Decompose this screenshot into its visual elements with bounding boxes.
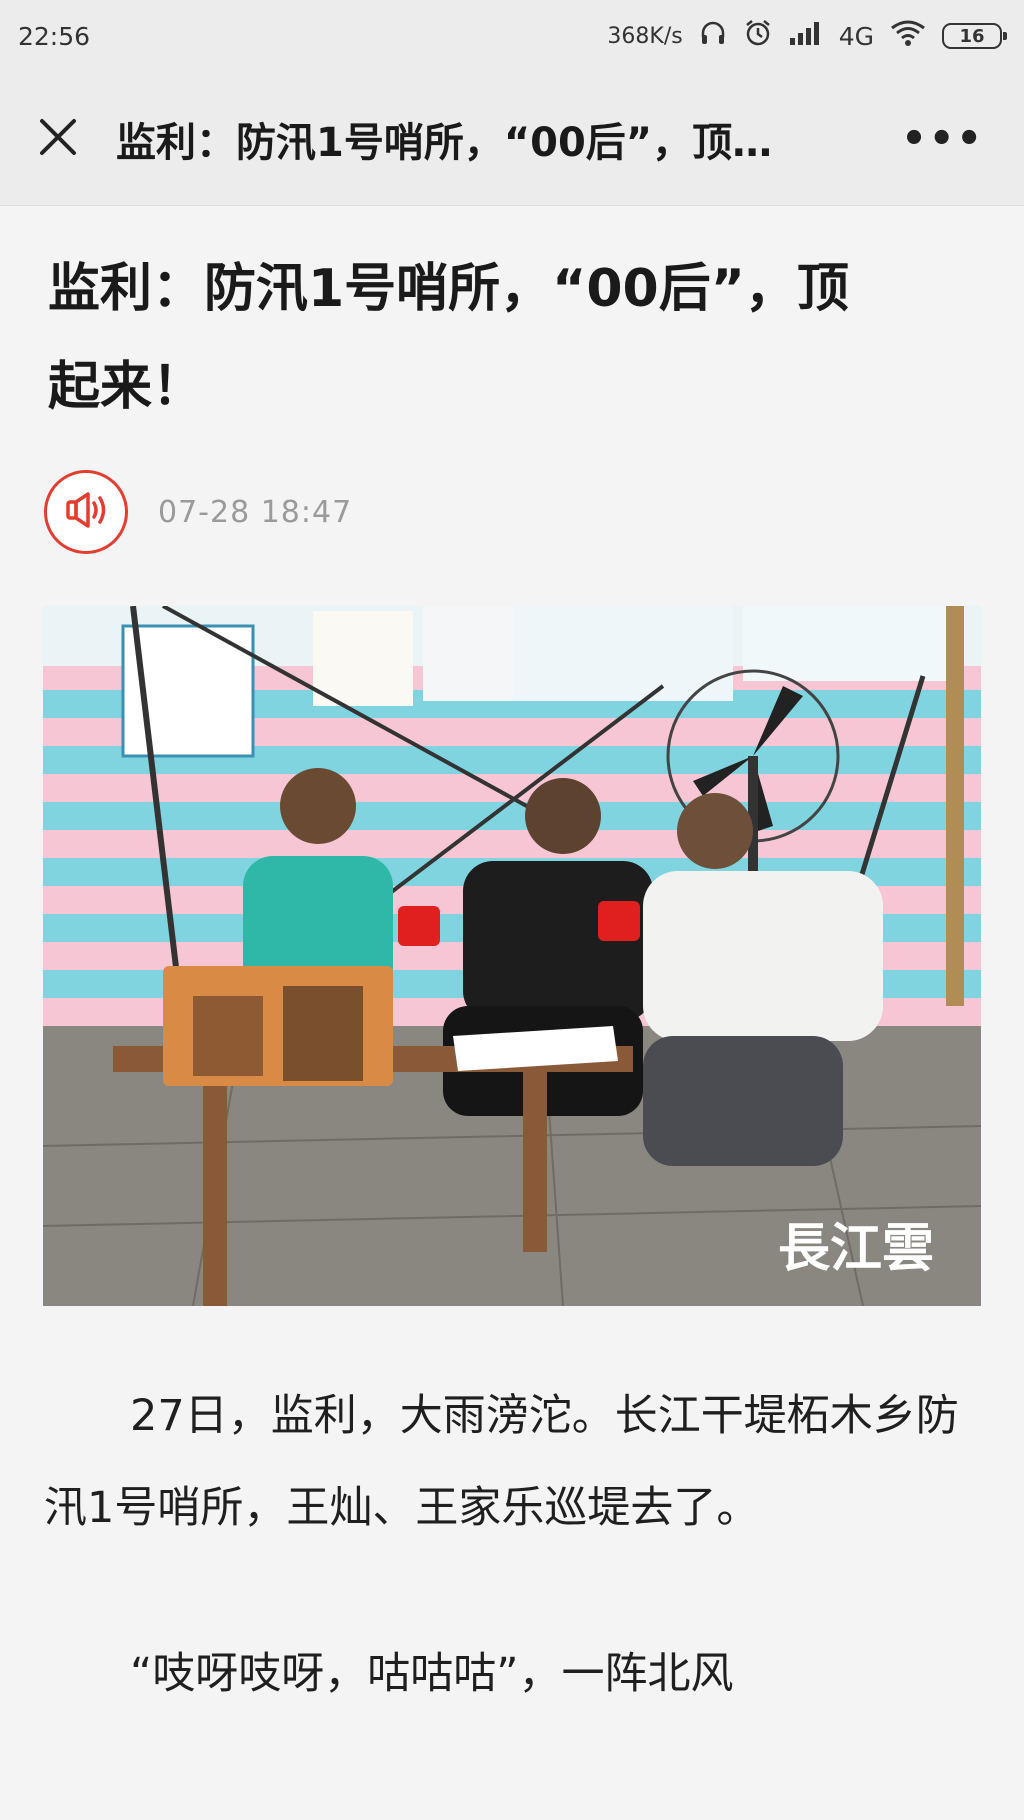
article-paragraph: “吱呀吱呀，咕咕咕”，一阵北风 — [130, 1649, 734, 1699]
alarm-icon — [743, 18, 773, 54]
status-time: 22:56 — [18, 21, 91, 51]
publish-date: 07-28 18:47 — [158, 494, 353, 530]
headphones-icon — [699, 19, 727, 53]
close-button[interactable] — [30, 111, 86, 167]
article-title: 监利：防汛1号哨所，“00后”，顶起来！ — [48, 259, 849, 417]
article-paragraph: 27日，监利，大雨滂沱。长江干堤柘木乡防汛1号哨所，王灿、王家乐巡堤去了。 — [44, 1391, 959, 1533]
status-bar: 22:56 368K/s 4G 16 — [0, 0, 1024, 72]
article-photo: 長江雲 — [43, 606, 981, 1306]
speaker-icon — [62, 490, 110, 534]
signal-icon — [789, 20, 823, 52]
status-icons: 368K/s 4G 16 — [607, 18, 1007, 54]
article-meta: 07-28 18:47 — [44, 470, 352, 554]
header-title: 监利：防汛1号哨所，“00后”，顶… — [116, 119, 773, 166]
battery-icon: 16 — [942, 23, 1007, 49]
wifi-icon — [890, 19, 926, 53]
network-type: 4G — [838, 21, 874, 51]
header-bar: 监利：防汛1号哨所，“00后”，顶… ••• — [0, 72, 1024, 206]
more-options-button[interactable]: ••• — [901, 111, 984, 167]
photo-watermark: 長江雲 — [778, 1218, 934, 1279]
audio-play-button[interactable] — [44, 470, 128, 554]
battery-level: 16 — [959, 25, 985, 47]
net-speed: 368K/s — [607, 23, 683, 49]
article-body: 27日，监利，大雨滂沱。长江干堤柘木乡防汛1号哨所，王灿、王家乐巡堤去了。 “吱… — [44, 1370, 984, 1794]
close-icon — [36, 115, 80, 163]
